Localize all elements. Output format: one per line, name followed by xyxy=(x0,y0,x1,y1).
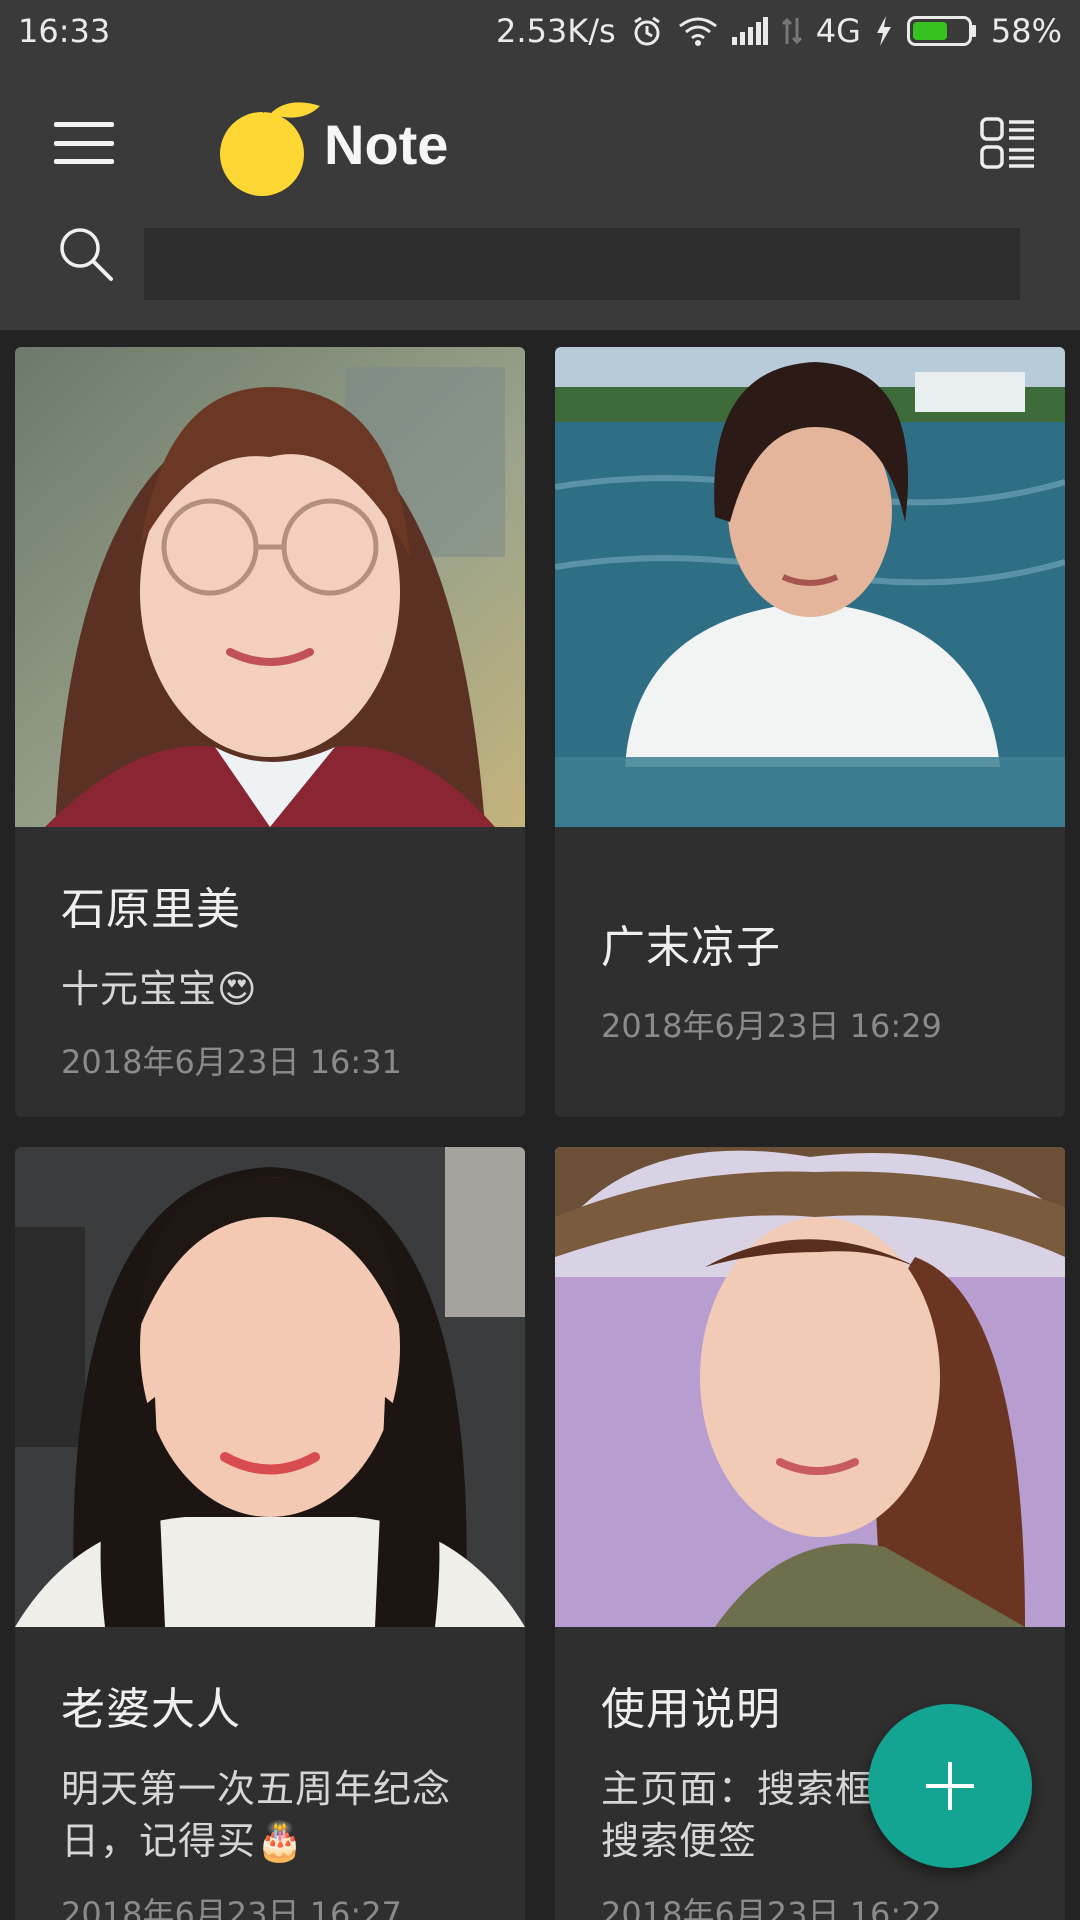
orange-logo-icon xyxy=(218,90,328,200)
note-photo xyxy=(15,1147,525,1627)
note-title: 广末凉子 xyxy=(601,922,781,973)
network-speed: 2.53K/s xyxy=(496,12,616,50)
note-date: 2018年6月23日 16:27 xyxy=(61,1895,402,1920)
battery-percent: 58% xyxy=(990,12,1062,50)
app-title: Note xyxy=(324,113,449,176)
note-card[interactable]: 老婆大人 明天第一次五周年纪念日，记得买🎂 2018年6月23日 16:27 xyxy=(15,1147,525,1920)
note-title: 老婆大人 xyxy=(61,1684,241,1735)
battery-icon xyxy=(906,16,977,46)
network-type: 4G xyxy=(815,12,861,50)
note-card[interactable]: 石原里美 十元宝宝😍 2018年6月23日 16:31 xyxy=(15,347,525,1117)
note-photo xyxy=(555,347,1065,827)
note-date: 2018年6月23日 16:29 xyxy=(601,1007,942,1045)
search-icon[interactable] xyxy=(56,224,116,284)
app-bar: Note xyxy=(0,62,1080,330)
notes-grid: 石原里美 十元宝宝😍 2018年6月23日 16:31 广末凉子 2018年6月… xyxy=(0,330,1080,1920)
note-date: 2018年6月23日 16:31 xyxy=(61,1043,402,1081)
search-input[interactable] xyxy=(144,228,1020,300)
note-body: 石原里美 十元宝宝😍 2018年6月23日 16:31 xyxy=(15,827,525,1083)
note-snippet: 明天第一次五周年纪念日，记得买🎂 xyxy=(61,1767,452,1863)
note-card[interactable]: 广末凉子 2018年6月23日 16:29 xyxy=(555,347,1065,1117)
list-view-toggle-icon[interactable] xyxy=(980,116,1036,172)
note-photo xyxy=(555,1147,1065,1627)
data-arrows-icon xyxy=(781,16,802,46)
charging-icon xyxy=(875,16,893,46)
note-body: 老婆大人 明天第一次五周年纪念日，记得买🎂 2018年6月23日 16:27 xyxy=(15,1627,525,1920)
alarm-icon xyxy=(630,14,664,48)
note-snippet: 十元宝宝😍 xyxy=(61,967,258,1011)
wifi-icon xyxy=(678,16,718,46)
add-note-button[interactable] xyxy=(868,1704,1032,1868)
note-body: 广末凉子 2018年6月23日 16:29 xyxy=(555,827,1065,1047)
menu-icon[interactable] xyxy=(54,118,114,168)
note-date: 2018年6月23日 16:22 xyxy=(601,1895,942,1920)
status-icons: 2.53K/s 4G 58% xyxy=(496,12,1062,50)
note-title: 石原里美 xyxy=(61,884,241,935)
status-time: 16:33 xyxy=(18,12,111,50)
plus-icon xyxy=(926,1762,974,1810)
signal-icon xyxy=(731,17,768,45)
note-photo xyxy=(15,347,525,827)
status-bar: 16:33 2.53K/s 4G 58% xyxy=(0,0,1080,62)
